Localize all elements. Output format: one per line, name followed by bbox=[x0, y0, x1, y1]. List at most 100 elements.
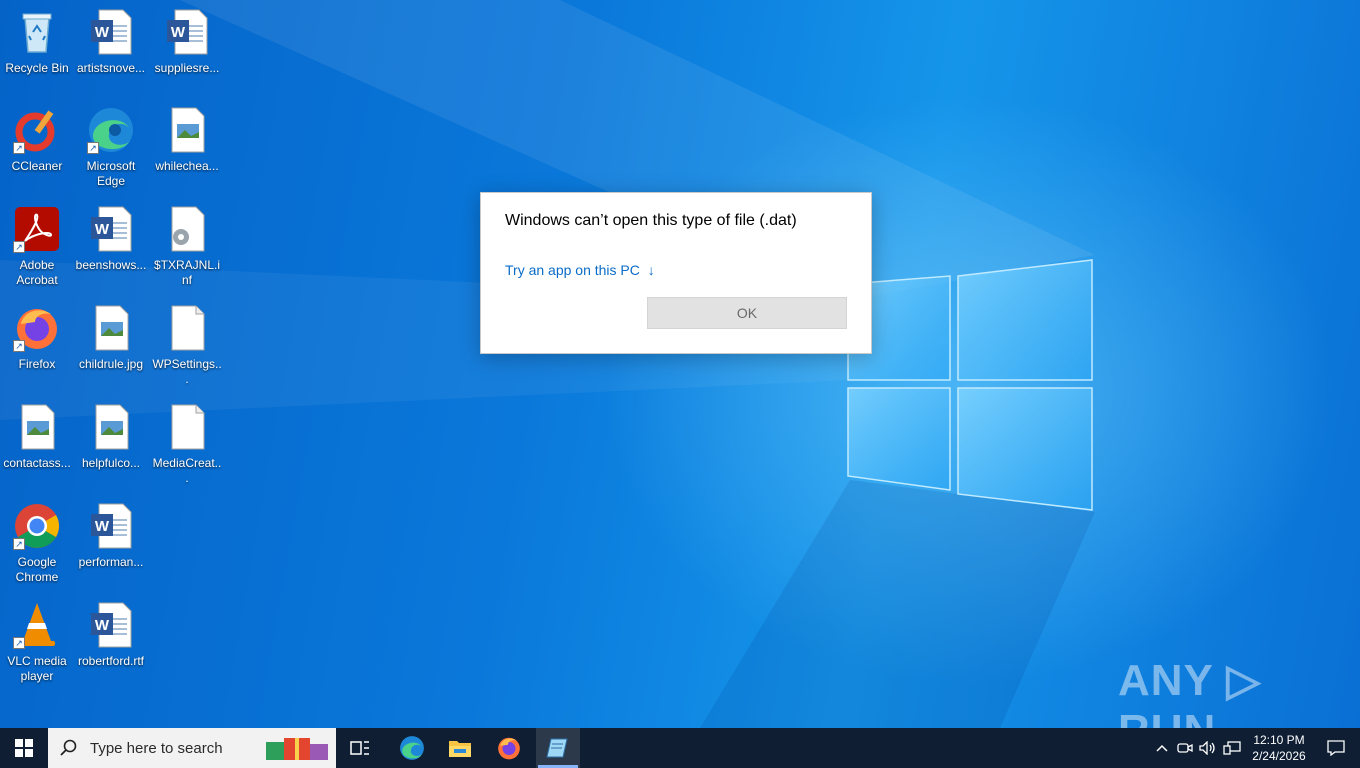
search-placeholder: Type here to search bbox=[90, 739, 223, 757]
try-app-link[interactable]: Try an app on this PC ↓ bbox=[505, 262, 655, 278]
desktop-icon-beenshows[interactable]: W beenshows... bbox=[75, 205, 147, 273]
desktop-icon-firefox[interactable]: ↗ Firefox bbox=[1, 304, 73, 372]
folder-icon bbox=[449, 741, 471, 757]
taskbar: Type here to search 12:10 PM 2/24/2026 bbox=[0, 728, 1360, 768]
taskbar-clock[interactable]: 12:10 PM 2/24/2026 bbox=[1244, 732, 1314, 764]
taskbar-search-box[interactable]: Type here to search bbox=[48, 728, 336, 768]
firefox-icon: ↗ bbox=[13, 304, 61, 352]
clock-date: 2/24/2026 bbox=[1252, 749, 1306, 763]
network-icon bbox=[1223, 741, 1241, 755]
ok-button[interactable]: OK bbox=[647, 297, 847, 329]
shortcut-arrow-icon: ↗ bbox=[87, 142, 99, 154]
desktop-icon-vlc[interactable]: ↗ VLC media player bbox=[1, 601, 73, 684]
desktop-icon-helpfulco[interactable]: helpfulco... bbox=[75, 403, 147, 471]
gifts-search-highlight-icon bbox=[266, 738, 328, 760]
settings-file-icon bbox=[163, 205, 211, 253]
desktop-icon-artistsnove[interactable]: W artistsnove... bbox=[75, 8, 147, 76]
desktop-icon-recycle-bin[interactable]: Recycle Bin bbox=[1, 8, 73, 76]
desktop-icon-label: artistsnove... bbox=[76, 61, 146, 75]
shortcut-arrow-icon: ↗ bbox=[13, 538, 25, 550]
word-doc-icon: W bbox=[87, 601, 135, 649]
desktop-icon-label: suppliesre... bbox=[154, 61, 220, 75]
desktop-icon-label: Firefox bbox=[18, 357, 56, 371]
desktop-icon-robertford[interactable]: W robertford.rtf bbox=[75, 601, 147, 669]
desktop-icon-performan[interactable]: W performan... bbox=[75, 502, 147, 570]
desktop-icon-adobe-acrobat[interactable]: ↗ Adobe Acrobat bbox=[1, 205, 73, 288]
image-file-icon bbox=[87, 304, 135, 352]
blank-file-icon bbox=[163, 403, 211, 451]
try-app-link-label: Try an app on this PC bbox=[505, 262, 640, 278]
notifications-button[interactable] bbox=[1316, 728, 1356, 768]
desktop-icon-wpsettings[interactable]: WPSettings... bbox=[151, 304, 223, 387]
notepad-icon bbox=[546, 738, 568, 758]
svg-text:W: W bbox=[171, 24, 186, 41]
word-doc-icon: W bbox=[163, 8, 211, 56]
desktop-icon-label: Recycle Bin bbox=[5, 61, 69, 75]
taskbar-edge-button[interactable] bbox=[390, 728, 434, 768]
desktop-icon-label: Google Chrome bbox=[15, 555, 59, 584]
task-view-button[interactable] bbox=[340, 728, 380, 768]
svg-text:W: W bbox=[95, 518, 110, 535]
desktop-icon-label: WPSettings... bbox=[152, 357, 222, 386]
desktop-icon-label: performan... bbox=[78, 555, 144, 569]
shortcut-arrow-icon: ↗ bbox=[13, 241, 25, 253]
network-button[interactable] bbox=[1220, 728, 1244, 768]
cant-open-file-dialog: Windows can’t open this type of file (.d… bbox=[480, 192, 872, 354]
desktop-icon-mediacreat[interactable]: MediaCreat... bbox=[151, 403, 223, 486]
desktop-icon-label: CCleaner bbox=[11, 159, 63, 173]
desktop-icon-label: helpfulco... bbox=[81, 456, 141, 470]
desktop-background: Recycle Bin ↗ CCleaner ↗ Adobe Acrobat ↗… bbox=[0, 0, 1360, 728]
vlc-icon: ↗ bbox=[13, 601, 61, 649]
blank-file-icon bbox=[163, 304, 211, 352]
desktop-icon-label: contactass... bbox=[3, 456, 71, 470]
clock-time: 12:10 PM bbox=[1253, 733, 1305, 747]
word-doc-icon: W bbox=[87, 8, 135, 56]
search-icon bbox=[60, 739, 77, 756]
word-doc-icon: W bbox=[87, 205, 135, 253]
desktop-icon-label: whilechea... bbox=[155, 159, 219, 173]
meet-now-button[interactable] bbox=[1174, 728, 1196, 768]
edge-icon bbox=[400, 736, 424, 760]
arrow-down-icon: ↓ bbox=[647, 262, 655, 278]
desktop-icon-contactass[interactable]: contactass... bbox=[1, 403, 73, 471]
desktop-icon-label: Adobe Acrobat bbox=[16, 258, 58, 287]
system-tray: 12:10 PM 2/24/2026 bbox=[1140, 728, 1360, 768]
windows-start-icon bbox=[15, 739, 33, 757]
desktop-icon-label: childrule.jpg bbox=[78, 357, 144, 371]
edge-icon: ↗ bbox=[87, 106, 135, 154]
windows-wallpaper-logo bbox=[847, 259, 1093, 511]
task-view-icon bbox=[350, 741, 369, 755]
desktop-icon-label: Microsoft Edge bbox=[86, 159, 136, 188]
image-file-icon bbox=[163, 106, 211, 154]
firefox-icon bbox=[498, 737, 520, 760]
start-button[interactable] bbox=[0, 728, 48, 768]
recycle-bin-icon bbox=[13, 8, 61, 56]
desktop-icon-google-chrome[interactable]: ↗ Google Chrome bbox=[1, 502, 73, 585]
word-doc-icon: W bbox=[87, 502, 135, 550]
desktop-icon-ccleaner[interactable]: ↗ CCleaner bbox=[1, 106, 73, 174]
shortcut-arrow-icon: ↗ bbox=[13, 637, 25, 649]
notification-icon bbox=[1327, 740, 1345, 756]
dialog-title: Windows can’t open this type of file (.d… bbox=[505, 212, 797, 229]
desktop-icon-txrajnl-inf[interactable]: $TXRAJNL.inf bbox=[151, 205, 223, 288]
svg-text:W: W bbox=[95, 221, 110, 238]
taskbar-file-explorer-button[interactable] bbox=[438, 728, 482, 768]
show-hidden-icons-button[interactable] bbox=[1150, 728, 1174, 768]
svg-text:W: W bbox=[95, 24, 110, 41]
desktop-icon-whilechea[interactable]: whilechea... bbox=[151, 106, 223, 174]
desktop-icon-microsoft-edge[interactable]: ↗ Microsoft Edge bbox=[75, 106, 147, 189]
shortcut-arrow-icon: ↗ bbox=[13, 340, 25, 352]
desktop-icon-suppliesre[interactable]: W suppliesre... bbox=[151, 8, 223, 76]
taskbar-firefox-button[interactable] bbox=[487, 728, 531, 768]
desktop-icon-label: MediaCreat... bbox=[152, 456, 222, 485]
desktop-icon-label: $TXRAJNL.inf bbox=[153, 258, 221, 287]
desktop-icon-childrule[interactable]: childrule.jpg bbox=[75, 304, 147, 372]
desktop-icon-label: VLC media player bbox=[7, 654, 67, 683]
taskbar-notepad-button[interactable] bbox=[536, 728, 580, 768]
acrobat-icon: ↗ bbox=[13, 205, 61, 253]
desktop-icon-label: beenshows... bbox=[75, 258, 147, 272]
chrome-icon: ↗ bbox=[13, 502, 61, 550]
shortcut-arrow-icon: ↗ bbox=[13, 142, 25, 154]
image-file-icon bbox=[87, 403, 135, 451]
volume-button[interactable] bbox=[1196, 728, 1220, 768]
